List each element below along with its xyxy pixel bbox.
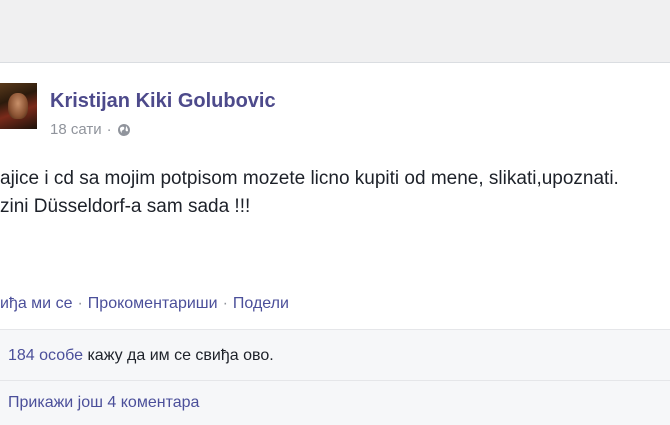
globe-icon[interactable] xyxy=(117,123,131,137)
like-link[interactable]: иђа ми се xyxy=(0,295,72,312)
post-timestamp[interactable]: 18 сати xyxy=(50,121,102,138)
action-separator: · xyxy=(77,295,83,312)
post-meta: 18 сати · xyxy=(50,121,131,138)
post-text-line-1: ajice i cd sa mojim potpisom mozete licn… xyxy=(0,168,619,189)
likes-text: кажу да им се свиђа ово. xyxy=(83,347,274,364)
avatar[interactable] xyxy=(0,83,37,129)
likes-count-link[interactable]: 184 особе xyxy=(8,347,83,364)
post-text-line-2: zini Düsseldorf-a sam sada !!! xyxy=(0,196,251,217)
meta-separator: · xyxy=(106,121,112,138)
likes-bar: 184 особе кажу да им се свиђа ово. xyxy=(0,330,670,380)
author-name[interactable]: Kristijan Kiki Golubovic xyxy=(50,90,276,113)
comments-bar: Прикажи још 4 коментара xyxy=(0,381,670,425)
avatar-face xyxy=(8,93,28,119)
share-link[interactable]: Подели xyxy=(233,295,289,312)
post-actions: иђа ми се · Прокоментариши · Подели xyxy=(0,295,289,313)
post-card: Kristijan Kiki Golubovic 18 сати · ajice… xyxy=(0,62,670,425)
view-more-comments-link[interactable]: Прикажи још 4 коментара xyxy=(8,394,199,412)
post-text: ajice i cd sa mojim potpisom mozete licn… xyxy=(0,165,670,221)
comment-link[interactable]: Прокоментариши xyxy=(88,295,218,312)
action-separator: · xyxy=(222,295,228,312)
